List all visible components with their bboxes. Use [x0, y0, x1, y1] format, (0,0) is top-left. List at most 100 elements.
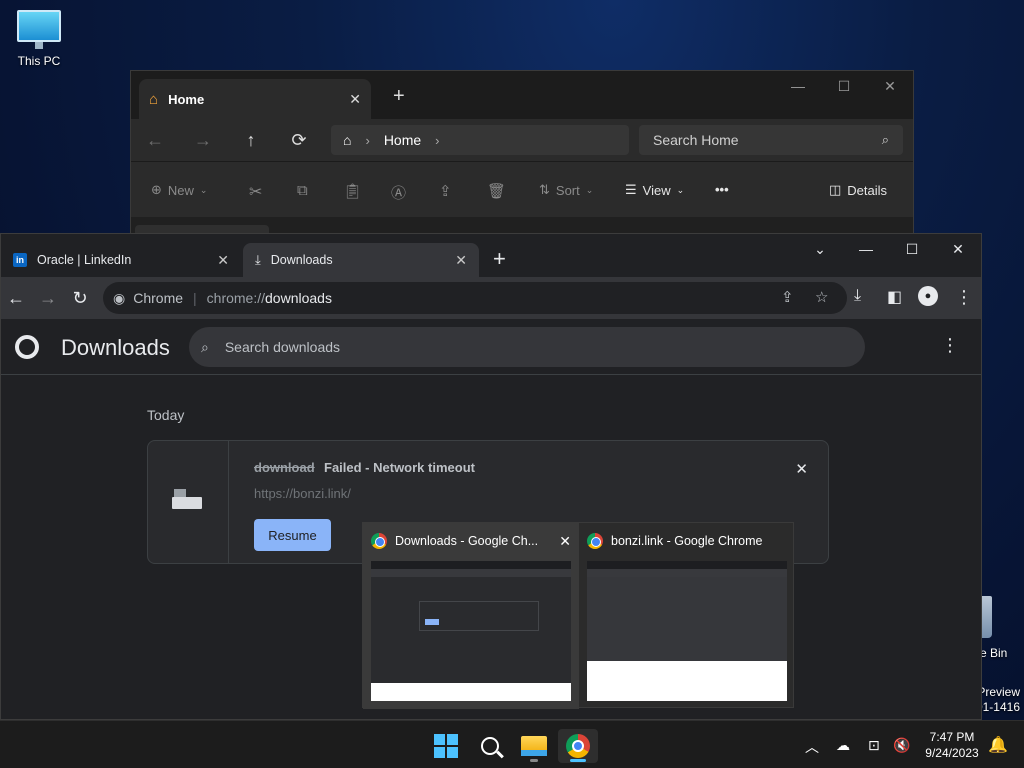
clock-date: 9/24/2023	[925, 746, 979, 760]
new-label: New	[167, 182, 194, 198]
explorer-tab-home[interactable]: ⌂ Home ✕	[139, 79, 371, 119]
notification-bell-icon[interactable]: 🔔	[988, 735, 1008, 755]
url-scheme: chrome://	[206, 290, 266, 306]
more-actions-icon[interactable]: ⋮	[941, 335, 959, 356]
thumb-white-area	[587, 661, 787, 701]
preview-header: bonzi.link - Google Chrome	[579, 523, 795, 559]
resume-button[interactable]: Resume	[254, 519, 331, 551]
forward-arrow-icon[interactable]: →	[179, 130, 227, 151]
up-arrow-icon[interactable]: ↑	[227, 130, 275, 151]
desktop-icon-this-pc[interactable]: This PC	[4, 10, 74, 68]
back-arrow-icon[interactable]: ←	[131, 130, 179, 151]
system-clock[interactable]: 7:47 PM 9/24/2023	[916, 729, 988, 761]
preview-bonzi-window[interactable]: bonzi.link - Google Chrome	[579, 523, 795, 709]
more-options-button[interactable]: •••	[715, 182, 729, 197]
tab-close-button[interactable]: ✕	[217, 252, 229, 269]
start-button[interactable]	[426, 729, 466, 763]
share-icon[interactable]: ⇪	[781, 288, 794, 306]
chrome-window-controls: ⌄ — ☐ ✕	[797, 234, 981, 264]
recycle-bin-label: e Bin	[980, 646, 1008, 660]
chevron-right-icon[interactable]: ›	[435, 133, 439, 148]
profile-avatar-icon[interactable]: ●	[918, 286, 938, 306]
tab-oracle-linkedin[interactable]: in Oracle | LinkedIn ✕	[1, 243, 241, 277]
taskbar-chrome[interactable]	[558, 729, 598, 763]
explorer-new-tab-button[interactable]: +	[393, 85, 405, 108]
explorer-search-input[interactable]: Search Home ⌕	[639, 125, 903, 155]
minimize-button[interactable]: —	[775, 71, 821, 101]
new-button[interactable]: ⊕ New ⌄	[151, 182, 207, 198]
maximize-button[interactable]: ☐	[889, 234, 935, 264]
home-icon: ⌂	[343, 132, 352, 148]
tab-search-button[interactable]: ⌄	[797, 234, 843, 264]
maximize-button[interactable]: ☐	[821, 71, 867, 101]
reload-icon[interactable]: ↻	[70, 288, 90, 308]
explorer-address-bar: ← → ↑ ⟳ ⌂ › Home › Search Home ⌕	[131, 119, 913, 161]
file-name-link[interactable]: download	[254, 460, 315, 475]
delete-icon[interactable]: 🗑︎	[487, 182, 506, 200]
paste-icon[interactable]: 📋︎	[343, 182, 362, 200]
sort-icon: ⇅	[539, 182, 550, 197]
preview-downloads-window[interactable]: Downloads - Google Ch... ✕	[363, 523, 579, 709]
breadcrumb[interactable]: ⌂ › Home ›	[331, 125, 629, 155]
onedrive-icon[interactable]: ☁	[836, 737, 850, 754]
details-label: Details	[847, 182, 888, 198]
date-group-label: Today	[147, 407, 185, 423]
cut-icon[interactable]: ✂	[249, 182, 262, 202]
address-bar[interactable]: ◉ Chrome | chrome:// downloads ⇪ ☆	[103, 282, 847, 314]
details-button[interactable]: ◫ Details	[829, 182, 887, 198]
rename-icon[interactable]: Ⓐ	[391, 182, 406, 203]
preview-header: Downloads - Google Ch... ✕	[363, 523, 579, 559]
chrome-icon	[566, 734, 590, 758]
active-indicator	[570, 759, 586, 762]
chevron-down-icon: ⌄	[199, 184, 208, 195]
taskbar-search-button[interactable]	[470, 729, 510, 763]
bookmark-star-icon[interactable]: ☆	[815, 288, 828, 306]
minimize-button[interactable]: —	[843, 234, 889, 264]
search-icon	[481, 737, 499, 755]
details-pane-icon: ◫	[829, 182, 842, 197]
remove-item-close-icon[interactable]: ✕	[795, 460, 808, 478]
watermark-line1: Preview	[977, 685, 1020, 699]
tab-close-button[interactable]: ✕	[455, 252, 467, 269]
desktop-icon-label: This PC	[17, 54, 61, 68]
source-url-link[interactable]: https://bonzi.link/	[254, 486, 351, 501]
page-title: Downloads	[61, 335, 170, 360]
new-tab-button[interactable]: +	[493, 246, 506, 272]
close-button[interactable]: ✕	[935, 234, 981, 264]
thumb-card	[419, 601, 539, 631]
site-label: Chrome	[133, 290, 184, 306]
network-icon[interactable]: ⊡	[868, 737, 880, 754]
tab-downloads[interactable]: ⤓ Downloads ✕	[243, 243, 479, 277]
thumb-toolbar	[587, 569, 787, 577]
back-icon[interactable]: ←	[6, 288, 26, 308]
thumb-button	[425, 619, 439, 625]
url-path: downloads	[265, 290, 332, 306]
taskbar-thumbnail-previews: Downloads - Google Ch... ✕ bonzi.link - …	[362, 522, 795, 709]
running-indicator	[530, 759, 538, 762]
tray-overflow-chevron-icon[interactable]: ︿	[805, 737, 819, 757]
preview-title: Downloads - Google Ch...	[395, 534, 539, 548]
thumb-tabstrip	[371, 561, 571, 569]
view-button[interactable]: ☰ View ⌄	[625, 182, 684, 198]
explorer-tab-title: Home	[168, 91, 205, 107]
preview-thumbnail	[587, 561, 787, 701]
tab-title: Downloads	[270, 253, 333, 267]
sort-button[interactable]: ⇅ Sort ⌄	[539, 182, 593, 198]
preview-close-button[interactable]: ✕	[559, 533, 571, 550]
explorer-tab-close-button[interactable]: ✕	[349, 91, 361, 108]
side-panel-icon[interactable]: ◧	[887, 287, 902, 307]
downloads-icon[interactable]: ⤓	[854, 287, 861, 305]
taskbar-file-explorer[interactable]	[514, 729, 554, 763]
view-label: View	[642, 182, 671, 198]
search-downloads-input[interactable]: ⌕ Search downloads	[189, 327, 865, 367]
search-placeholder: Search downloads	[224, 339, 341, 355]
explorer-titlebar: ⌂ Home ✕ + — ☐ ✕	[131, 71, 913, 119]
chrome-menu-icon[interactable]: ⋮	[955, 287, 973, 308]
forward-icon[interactable]: →	[38, 288, 58, 308]
refresh-icon[interactable]: ⟳	[275, 130, 323, 151]
share-icon[interactable]: ⇪	[439, 182, 452, 200]
volume-muted-icon[interactable]: 🔇	[893, 737, 910, 754]
breadcrumb-item-home[interactable]: Home	[384, 132, 421, 148]
copy-icon[interactable]: ⧉	[297, 182, 308, 199]
close-button[interactable]: ✕	[867, 71, 913, 101]
